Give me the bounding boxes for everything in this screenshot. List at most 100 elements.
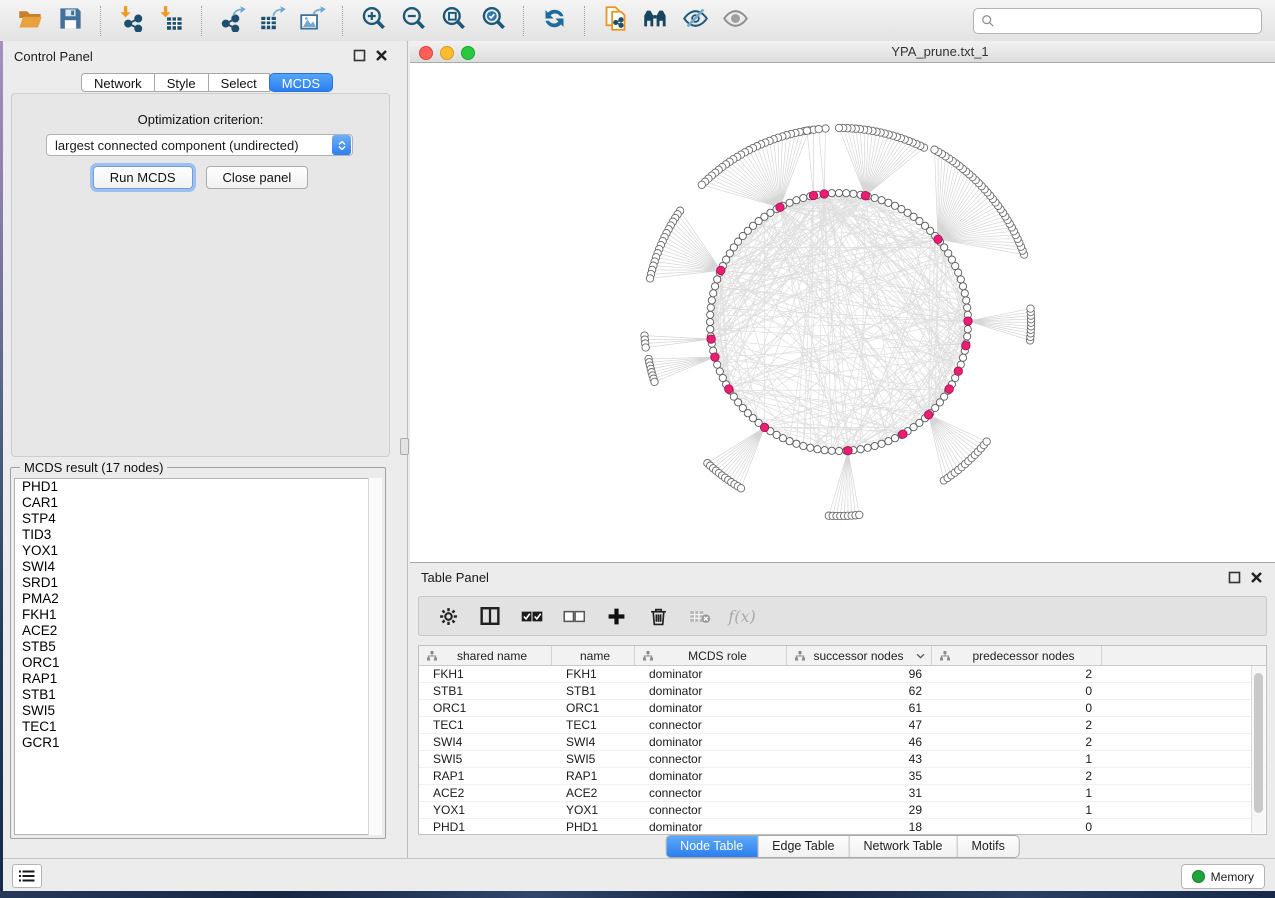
close-window-icon[interactable]	[419, 46, 433, 60]
cell-MCDS-role[interactable]: connector	[635, 785, 787, 801]
mcds-result-node[interactable]: STP4	[15, 511, 381, 527]
delete-row-icon[interactable]	[647, 605, 669, 627]
tab-network-table[interactable]: Network Table	[849, 836, 957, 857]
cell-shared-name[interactable]: PHD1	[419, 819, 552, 835]
column-header-MCDS-role[interactable]: MCDS role	[635, 646, 787, 665]
table-row[interactable]: FKH1FKH1dominator962	[419, 666, 1266, 683]
cell-shared-name[interactable]: STB1	[419, 683, 552, 699]
network-canvas[interactable]	[410, 62, 1275, 562]
close-panel-icon[interactable]	[1250, 571, 1263, 584]
table-row[interactable]: YOX1YOX1connector291	[419, 802, 1266, 819]
cell-successor-nodes[interactable]: 61	[787, 700, 932, 716]
mcds-result-node[interactable]: STB1	[15, 687, 381, 703]
cell-MCDS-role[interactable]: connector	[635, 717, 787, 733]
cell-predecessor-nodes[interactable]: 2	[932, 666, 1102, 682]
tab-mcds[interactable]: MCDS	[269, 73, 333, 92]
clear-table-icon[interactable]	[689, 605, 711, 627]
cell-MCDS-role[interactable]: connector	[635, 802, 787, 818]
open-session-button[interactable]	[10, 4, 50, 38]
mcds-result-node[interactable]: YOX1	[15, 543, 381, 559]
mcds-result-node[interactable]: SWI4	[15, 559, 381, 575]
first-neighbors-button[interactable]	[635, 4, 675, 38]
column-header-shared-name[interactable]: shared name	[419, 646, 552, 665]
export-table-button[interactable]	[252, 4, 292, 38]
cell-shared-name[interactable]: YOX1	[419, 802, 552, 818]
cell-successor-nodes[interactable]: 96	[787, 666, 932, 682]
zoom-selected-button[interactable]	[473, 4, 513, 38]
show-columns-icon[interactable]	[479, 605, 501, 627]
cell-shared-name[interactable]: ACE2	[419, 785, 552, 801]
cell-shared-name[interactable]: SWI5	[419, 751, 552, 767]
column-header-name[interactable]: name	[552, 646, 635, 665]
cell-shared-name[interactable]: FKH1	[419, 666, 552, 682]
cell-predecessor-nodes[interactable]: 2	[932, 768, 1102, 784]
cell-predecessor-nodes[interactable]: 2	[932, 717, 1102, 733]
float-panel-icon[interactable]	[1228, 571, 1241, 584]
table-scrollbar[interactable]	[1251, 666, 1265, 833]
export-network-button[interactable]	[212, 4, 252, 38]
cell-MCDS-role[interactable]: dominator	[635, 768, 787, 784]
import-table-button[interactable]	[151, 4, 191, 38]
table-settings-icon[interactable]	[437, 605, 459, 627]
tab-node-table[interactable]: Node Table	[666, 836, 757, 857]
show-panels-button[interactable]	[12, 864, 42, 888]
memory-button[interactable]: Memory	[1181, 864, 1265, 889]
mcds-result-node[interactable]: TID3	[15, 527, 381, 543]
close-panel-button[interactable]: Close panel	[206, 166, 309, 189]
function-builder-icon[interactable]: f(x)	[731, 605, 753, 627]
column-header-successor-nodes[interactable]: successor nodes	[787, 646, 932, 665]
cell-name[interactable]: ACE2	[552, 785, 635, 801]
mcds-result-node[interactable]: SWI5	[15, 703, 381, 719]
cell-MCDS-role[interactable]: dominator	[635, 683, 787, 699]
mcds-result-node[interactable]: PMA2	[15, 591, 381, 607]
result-list-scrollbar[interactable]	[368, 478, 382, 835]
cell-predecessor-nodes[interactable]: 2	[932, 734, 1102, 750]
optimization-select[interactable]: largest connected component (undirected)	[46, 134, 353, 156]
cell-name[interactable]: FKH1	[552, 666, 635, 682]
import-network-button[interactable]	[111, 4, 151, 38]
mcds-result-list[interactable]: PHD1CAR1STP4TID3YOX1SWI4SRD1PMA2FKH1ACE2…	[14, 478, 382, 835]
maximize-window-icon[interactable]	[461, 46, 475, 60]
table-row[interactable]: ACE2ACE2connector311	[419, 785, 1266, 802]
mcds-result-node[interactable]: SRD1	[15, 575, 381, 591]
cell-name[interactable]: TEC1	[552, 717, 635, 733]
export-image-button[interactable]	[292, 4, 332, 38]
panel-splitter[interactable]	[400, 41, 410, 858]
mcds-result-node[interactable]: CAR1	[15, 495, 381, 511]
cell-name[interactable]: SWI5	[552, 751, 635, 767]
cell-successor-nodes[interactable]: 29	[787, 802, 932, 818]
close-panel-icon[interactable]	[375, 49, 388, 62]
cell-predecessor-nodes[interactable]: 0	[932, 683, 1102, 699]
cell-successor-nodes[interactable]: 31	[787, 785, 932, 801]
mcds-result-node[interactable]: RAP1	[15, 671, 381, 687]
table-row[interactable]: SWI4SWI4dominator462	[419, 734, 1266, 751]
minimize-window-icon[interactable]	[440, 46, 454, 60]
mcds-result-node[interactable]: FKH1	[15, 607, 381, 623]
search-box[interactable]	[973, 8, 1262, 34]
network-titlebar[interactable]: YPA_prune.txt_1	[410, 41, 1275, 63]
mcds-result-node[interactable]: PHD1	[15, 479, 381, 495]
table-row[interactable]: RAP1RAP1dominator352	[419, 768, 1266, 785]
cell-successor-nodes[interactable]: 46	[787, 734, 932, 750]
cell-name[interactable]: SWI4	[552, 734, 635, 750]
zoom-in-button[interactable]	[353, 4, 393, 38]
cell-shared-name[interactable]: TEC1	[419, 717, 552, 733]
hide-selected-button[interactable]	[675, 4, 715, 38]
cell-MCDS-role[interactable]: connector	[635, 751, 787, 767]
cell-successor-nodes[interactable]: 18	[787, 819, 932, 835]
cell-successor-nodes[interactable]: 35	[787, 768, 932, 784]
cell-shared-name[interactable]: SWI4	[419, 734, 552, 750]
mcds-result-node[interactable]: GCR1	[15, 735, 381, 751]
cell-shared-name[interactable]: ORC1	[419, 700, 552, 716]
cell-predecessor-nodes[interactable]: 1	[932, 802, 1102, 818]
cell-MCDS-role[interactable]: dominator	[635, 700, 787, 716]
cell-predecessor-nodes[interactable]: 1	[932, 785, 1102, 801]
table-row[interactable]: ORC1ORC1dominator610	[419, 700, 1266, 717]
cell-MCDS-role[interactable]: dominator	[635, 734, 787, 750]
cell-predecessor-nodes[interactable]: 0	[932, 819, 1102, 835]
mcds-result-node[interactable]: TEC1	[15, 719, 381, 735]
table-row[interactable]: TEC1TEC1connector472	[419, 717, 1266, 734]
cell-successor-nodes[interactable]: 47	[787, 717, 932, 733]
tab-network[interactable]: Network	[81, 73, 155, 92]
run-mcds-button[interactable]: Run MCDS	[93, 166, 193, 189]
